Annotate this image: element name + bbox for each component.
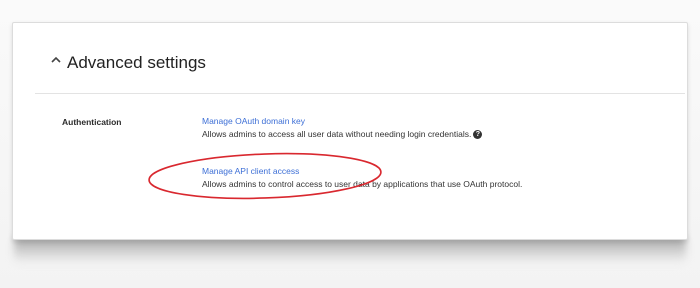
oauth-domain-key-description-text: Allows admins to access all user data wi… <box>202 129 472 139</box>
manage-api-client-access-link[interactable]: Manage API client access <box>202 166 522 176</box>
chevron-up-icon[interactable] <box>49 53 63 67</box>
api-client-access-setting: Manage API client access Allows admins t… <box>202 166 522 189</box>
screenshot-stage: Advanced settings Authentication Manage … <box>0 0 700 288</box>
section-title: Advanced settings <box>67 53 206 72</box>
manage-oauth-domain-key-link[interactable]: Manage OAuth domain key <box>202 116 482 126</box>
authentication-label: Authentication <box>62 117 122 127</box>
oauth-domain-key-description: Allows admins to access all user data wi… <box>202 129 483 140</box>
advanced-settings-header[interactable]: Advanced settings <box>35 31 685 94</box>
api-client-access-description: Allows admins to control access to user … <box>202 179 523 189</box>
oauth-domain-key-setting: Manage OAuth domain key Allows admins to… <box>202 116 483 140</box>
question-circle-icon[interactable]: ? <box>473 130 483 140</box>
